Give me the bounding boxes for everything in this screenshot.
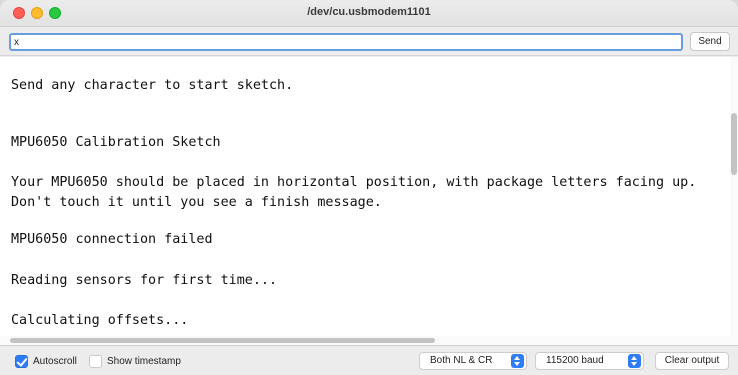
output-line: Send any character to start sketch. (11, 78, 294, 93)
horizontal-scroll-thumb[interactable] (10, 338, 435, 343)
baud-rate-value: 115200 baud (546, 355, 604, 366)
baud-rate-select[interactable]: 115200 baud (535, 352, 644, 370)
clear-output-button[interactable]: Clear output (655, 352, 729, 370)
output-line: Reading sensors for first time... (11, 273, 278, 288)
send-row: Send (0, 27, 738, 56)
output-line: Calculating offsets... (11, 313, 189, 328)
vertical-scroll-thumb[interactable] (731, 113, 737, 175)
autoscroll-label: Autoscroll (33, 356, 77, 367)
send-input[interactable] (9, 33, 683, 51)
show-timestamp-checkbox[interactable] (89, 355, 102, 368)
send-button[interactable]: Send (690, 32, 730, 51)
title-bar: /dev/cu.usbmodem1101 (0, 0, 738, 27)
serial-monitor-window: /dev/cu.usbmodem1101 Send Send any chara… (0, 0, 738, 375)
output-line: Your MPU6050 should be placed in horizon… (11, 175, 697, 190)
output-line: Don't touch it until you see a finish me… (11, 195, 382, 210)
status-bar: Autoscroll Show timestamp Both NL & CR 1… (0, 345, 738, 375)
horizontal-scrollbar[interactable] (0, 336, 730, 345)
window-title: /dev/cu.usbmodem1101 (307, 6, 431, 18)
autoscroll-checkbox[interactable] (15, 355, 28, 368)
serial-output: Send any character to start sketch. MPU6… (0, 57, 738, 345)
line-ending-select[interactable]: Both NL & CR (419, 352, 527, 370)
line-ending-value: Both NL & CR (430, 355, 493, 366)
select-arrows-icon (628, 354, 641, 368)
output-line: MPU6050 connection failed (11, 232, 213, 247)
select-arrows-icon (511, 354, 524, 368)
vertical-scrollbar[interactable] (730, 57, 738, 345)
show-timestamp-label: Show timestamp (107, 356, 181, 367)
output-line: MPU6050 Calibration Sketch (11, 135, 221, 150)
